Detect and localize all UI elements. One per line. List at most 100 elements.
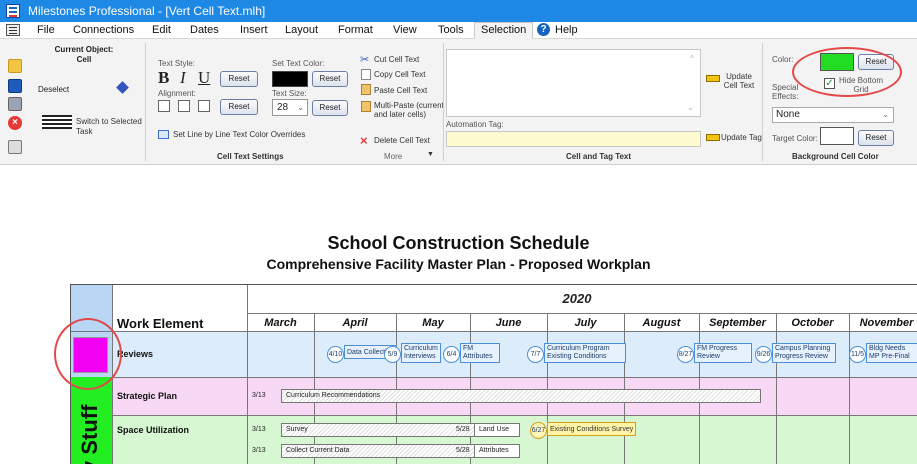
- menu-selection[interactable]: Selection: [474, 22, 534, 39]
- milestone-label[interactable]: Curriculum Program Existing Conditions: [544, 343, 626, 363]
- schedule-grid: 2020 Work Element Reviews Strategic Plan…: [70, 284, 917, 464]
- menu-format[interactable]: Format: [338, 24, 373, 36]
- bold-button[interactable]: B: [158, 68, 169, 88]
- copy-cell-text-button[interactable]: Copy Cell Text: [374, 70, 425, 79]
- align-left-icon[interactable]: [158, 100, 170, 112]
- grid-line: [849, 313, 850, 464]
- special-effects-select[interactable]: None ⌄: [772, 107, 894, 123]
- text-style-label: Text Style:: [158, 59, 195, 68]
- color-label: Color:: [772, 55, 794, 64]
- multi-paste-button[interactable]: Multi-Paste (current and later cells): [374, 101, 452, 119]
- more-dropdown-icon[interactable]: ▼: [427, 151, 434, 158]
- grid-line: [776, 313, 777, 464]
- grid-view-icon[interactable]: [8, 140, 22, 154]
- text-color-reset-button[interactable]: Reset: [312, 71, 348, 87]
- close-icon[interactable]: ×: [8, 116, 22, 130]
- text-color-swatch[interactable]: [272, 71, 308, 87]
- task-bar-end-label[interactable]: Attributes: [474, 444, 520, 458]
- text-size-reset-button[interactable]: Reset: [312, 100, 348, 116]
- bar-end-date: 5/28: [456, 426, 470, 433]
- bar-end-date: 5/28: [456, 447, 470, 454]
- milestone-label[interactable]: FM Attributes: [460, 343, 500, 363]
- set-line-by-line-button[interactable]: Set Line by Line Text Color Overrides: [173, 130, 305, 139]
- help-icon[interactable]: ?: [537, 23, 550, 36]
- align-center-icon[interactable]: [178, 100, 190, 112]
- milestone-marker[interactable]: 11/5: [849, 346, 866, 363]
- system-menu-icon[interactable]: [6, 24, 20, 36]
- save-icon[interactable]: [8, 79, 22, 93]
- milestone-label[interactable]: Bldg Needs MP Pre-Final: [866, 343, 917, 363]
- menu-view[interactable]: View: [393, 24, 417, 36]
- milestone-marker[interactable]: 6/27: [530, 422, 547, 439]
- month-april: April: [342, 317, 368, 329]
- row-label-strategic-plan: Strategic Plan: [117, 391, 178, 401]
- paste-cell-text-button[interactable]: Paste Cell Text: [374, 86, 427, 95]
- milestone-marker[interactable]: 8/27: [677, 346, 694, 363]
- month-october: October: [791, 317, 834, 329]
- task-bar[interactable]: Curriculum Recommendations: [281, 389, 761, 403]
- text-style-reset-button[interactable]: Reset: [220, 71, 258, 87]
- delete-cell-text-button[interactable]: Delete Cell Text: [374, 136, 430, 145]
- menu-edit[interactable]: Edit: [152, 24, 171, 36]
- milestone-marker[interactable]: 5/9: [384, 346, 401, 363]
- task-bar-end-label[interactable]: Land Use: [474, 423, 520, 437]
- menu-connections[interactable]: Connections: [73, 24, 134, 36]
- target-color-reset-button[interactable]: Reset: [858, 130, 894, 146]
- align-right-icon[interactable]: [198, 100, 210, 112]
- switch-to-selected-button[interactable]: Switch to Selected: [76, 117, 142, 126]
- update-icon: [706, 75, 720, 82]
- milestone-marker[interactable]: 9/26: [755, 346, 772, 363]
- milestone-label[interactable]: Existing Conditions Survey: [547, 422, 637, 436]
- milestone-marker[interactable]: 4/10: [327, 346, 344, 363]
- deselect-button[interactable]: Deselect: [38, 85, 69, 94]
- background-cell-color-title: Background Cell Color: [792, 152, 879, 161]
- menu-file[interactable]: File: [37, 24, 55, 36]
- menu-insert[interactable]: Insert: [240, 24, 268, 36]
- scissors-icon: ✂: [360, 54, 370, 66]
- month-september: September: [709, 317, 766, 329]
- underline-button[interactable]: U: [198, 68, 210, 88]
- ribbon-separator: [762, 43, 763, 161]
- grid-line: [71, 331, 917, 332]
- milestone-marker[interactable]: 6/4: [443, 346, 460, 363]
- milestone-marker[interactable]: 7/7: [527, 346, 544, 363]
- cell-and-tag-text-title: Cell and Tag Text: [566, 152, 632, 161]
- menu-help[interactable]: Help: [555, 24, 578, 36]
- update-tag-button[interactable]: Update Tag: [721, 133, 762, 142]
- task-label: Task: [76, 127, 93, 136]
- target-color-swatch[interactable]: [820, 127, 854, 145]
- chevron-down-icon: ⌄: [297, 103, 304, 112]
- automation-tag-input[interactable]: [446, 131, 701, 147]
- month-march: March: [264, 317, 297, 329]
- grid-line: [112, 415, 917, 416]
- grid-line: [247, 285, 248, 464]
- switch-task-icon: [42, 115, 72, 129]
- text-size-select[interactable]: 28 ⌄: [272, 99, 308, 116]
- schedule-subtitle: Comprehensive Facility Master Plan - Pro…: [266, 256, 651, 272]
- milestone-label[interactable]: Curriculum Interviews: [401, 343, 441, 363]
- update-cell-text-button[interactable]: Update Cell Text: [720, 72, 758, 90]
- ribbon-separator: [443, 43, 444, 161]
- month-july: July: [574, 317, 597, 329]
- window-title: Milestones Professional - [Vert Cell Tex…: [28, 4, 266, 18]
- cell-text-input[interactable]: ^ ⌄: [446, 49, 701, 117]
- cut-cell-text-button[interactable]: Cut Cell Text: [374, 55, 419, 64]
- app-icon: [6, 4, 20, 18]
- menu-tools[interactable]: Tools: [438, 24, 464, 36]
- set-text-color-label: Set Text Color:: [272, 59, 325, 68]
- alignment-label: Alignment:: [158, 89, 196, 98]
- year-header: 2020: [247, 285, 917, 313]
- milestone-label[interactable]: FM Progress Review: [694, 343, 752, 363]
- month-june: June: [495, 317, 522, 329]
- alignment-reset-button[interactable]: Reset: [220, 99, 258, 115]
- ribbon-separator: [145, 43, 146, 161]
- milestone-label[interactable]: Campus Planning Progress Review: [772, 343, 836, 363]
- print-icon[interactable]: [8, 97, 22, 111]
- more-button[interactable]: More: [384, 152, 402, 161]
- open-folder-icon[interactable]: [8, 59, 22, 73]
- menu-layout[interactable]: Layout: [285, 24, 318, 36]
- pin-icon[interactable]: [116, 81, 129, 94]
- menu-dates[interactable]: Dates: [190, 24, 219, 36]
- italic-button[interactable]: I: [180, 68, 186, 88]
- vertical-text-cell[interactable]: y Stuff: [71, 377, 112, 464]
